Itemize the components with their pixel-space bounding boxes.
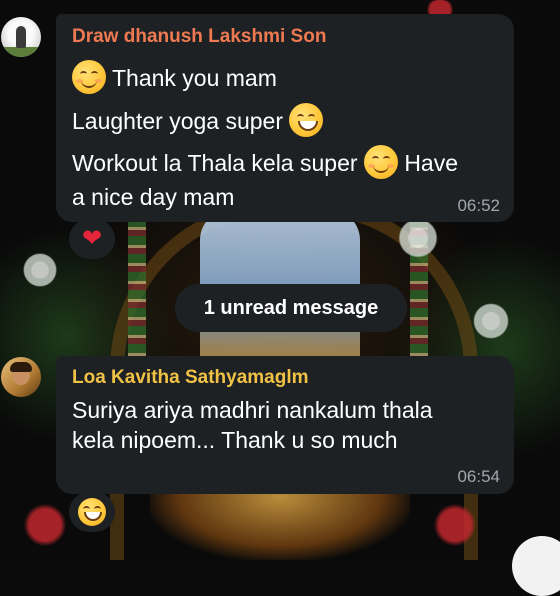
scroll-to-bottom-button[interactable]	[512, 536, 560, 596]
reaction-badge[interactable]: ❤	[69, 219, 115, 259]
grinning-face-icon	[289, 103, 324, 137]
smiling-face-icon	[363, 145, 398, 179]
message-text: Have	[404, 150, 459, 176]
wallpaper-flower	[430, 500, 480, 550]
unread-messages-divider: 1 unread message	[175, 284, 407, 332]
reaction-badge[interactable]	[69, 492, 115, 532]
message-line: Laughter yoga super	[72, 103, 324, 137]
message-line: Workout la Thala kela super Have	[72, 145, 458, 179]
message-text: Suriya ariya madhri nankalum thala	[72, 397, 433, 423]
wallpaper-flower	[20, 500, 70, 550]
avatar[interactable]	[1, 17, 41, 57]
message-timestamp: 06:54	[457, 467, 500, 486]
message-bubble[interactable]: Draw dhanush Lakshmi Son Thank you mam L…	[56, 14, 514, 222]
message-text: Thank you mam	[111, 65, 277, 91]
message-line: Thank you mam	[72, 60, 277, 94]
message-bubble[interactable]: Loa Kavitha Sathyamaglm Suriya ariya mad…	[56, 356, 514, 494]
message-text: Laughter yoga super	[72, 108, 283, 134]
wallpaper-flower	[20, 250, 60, 290]
message-text: Workout la Thala kela super	[72, 150, 358, 176]
message-line: a nice day mam	[72, 184, 235, 210]
heart-icon: ❤	[81, 225, 103, 252]
smiling-face-icon	[72, 60, 106, 94]
message-text: kela nipoem... Thank u so much	[72, 427, 398, 453]
sender-name[interactable]: Loa Kavitha Sathyamaglm	[72, 367, 309, 389]
wallpaper-flower	[470, 300, 512, 342]
avatar[interactable]	[1, 357, 41, 397]
message-timestamp: 06:52	[457, 196, 500, 215]
sender-name[interactable]: Draw dhanush Lakshmi Son	[72, 26, 326, 48]
face-with-tears-of-joy-icon	[78, 498, 106, 526]
